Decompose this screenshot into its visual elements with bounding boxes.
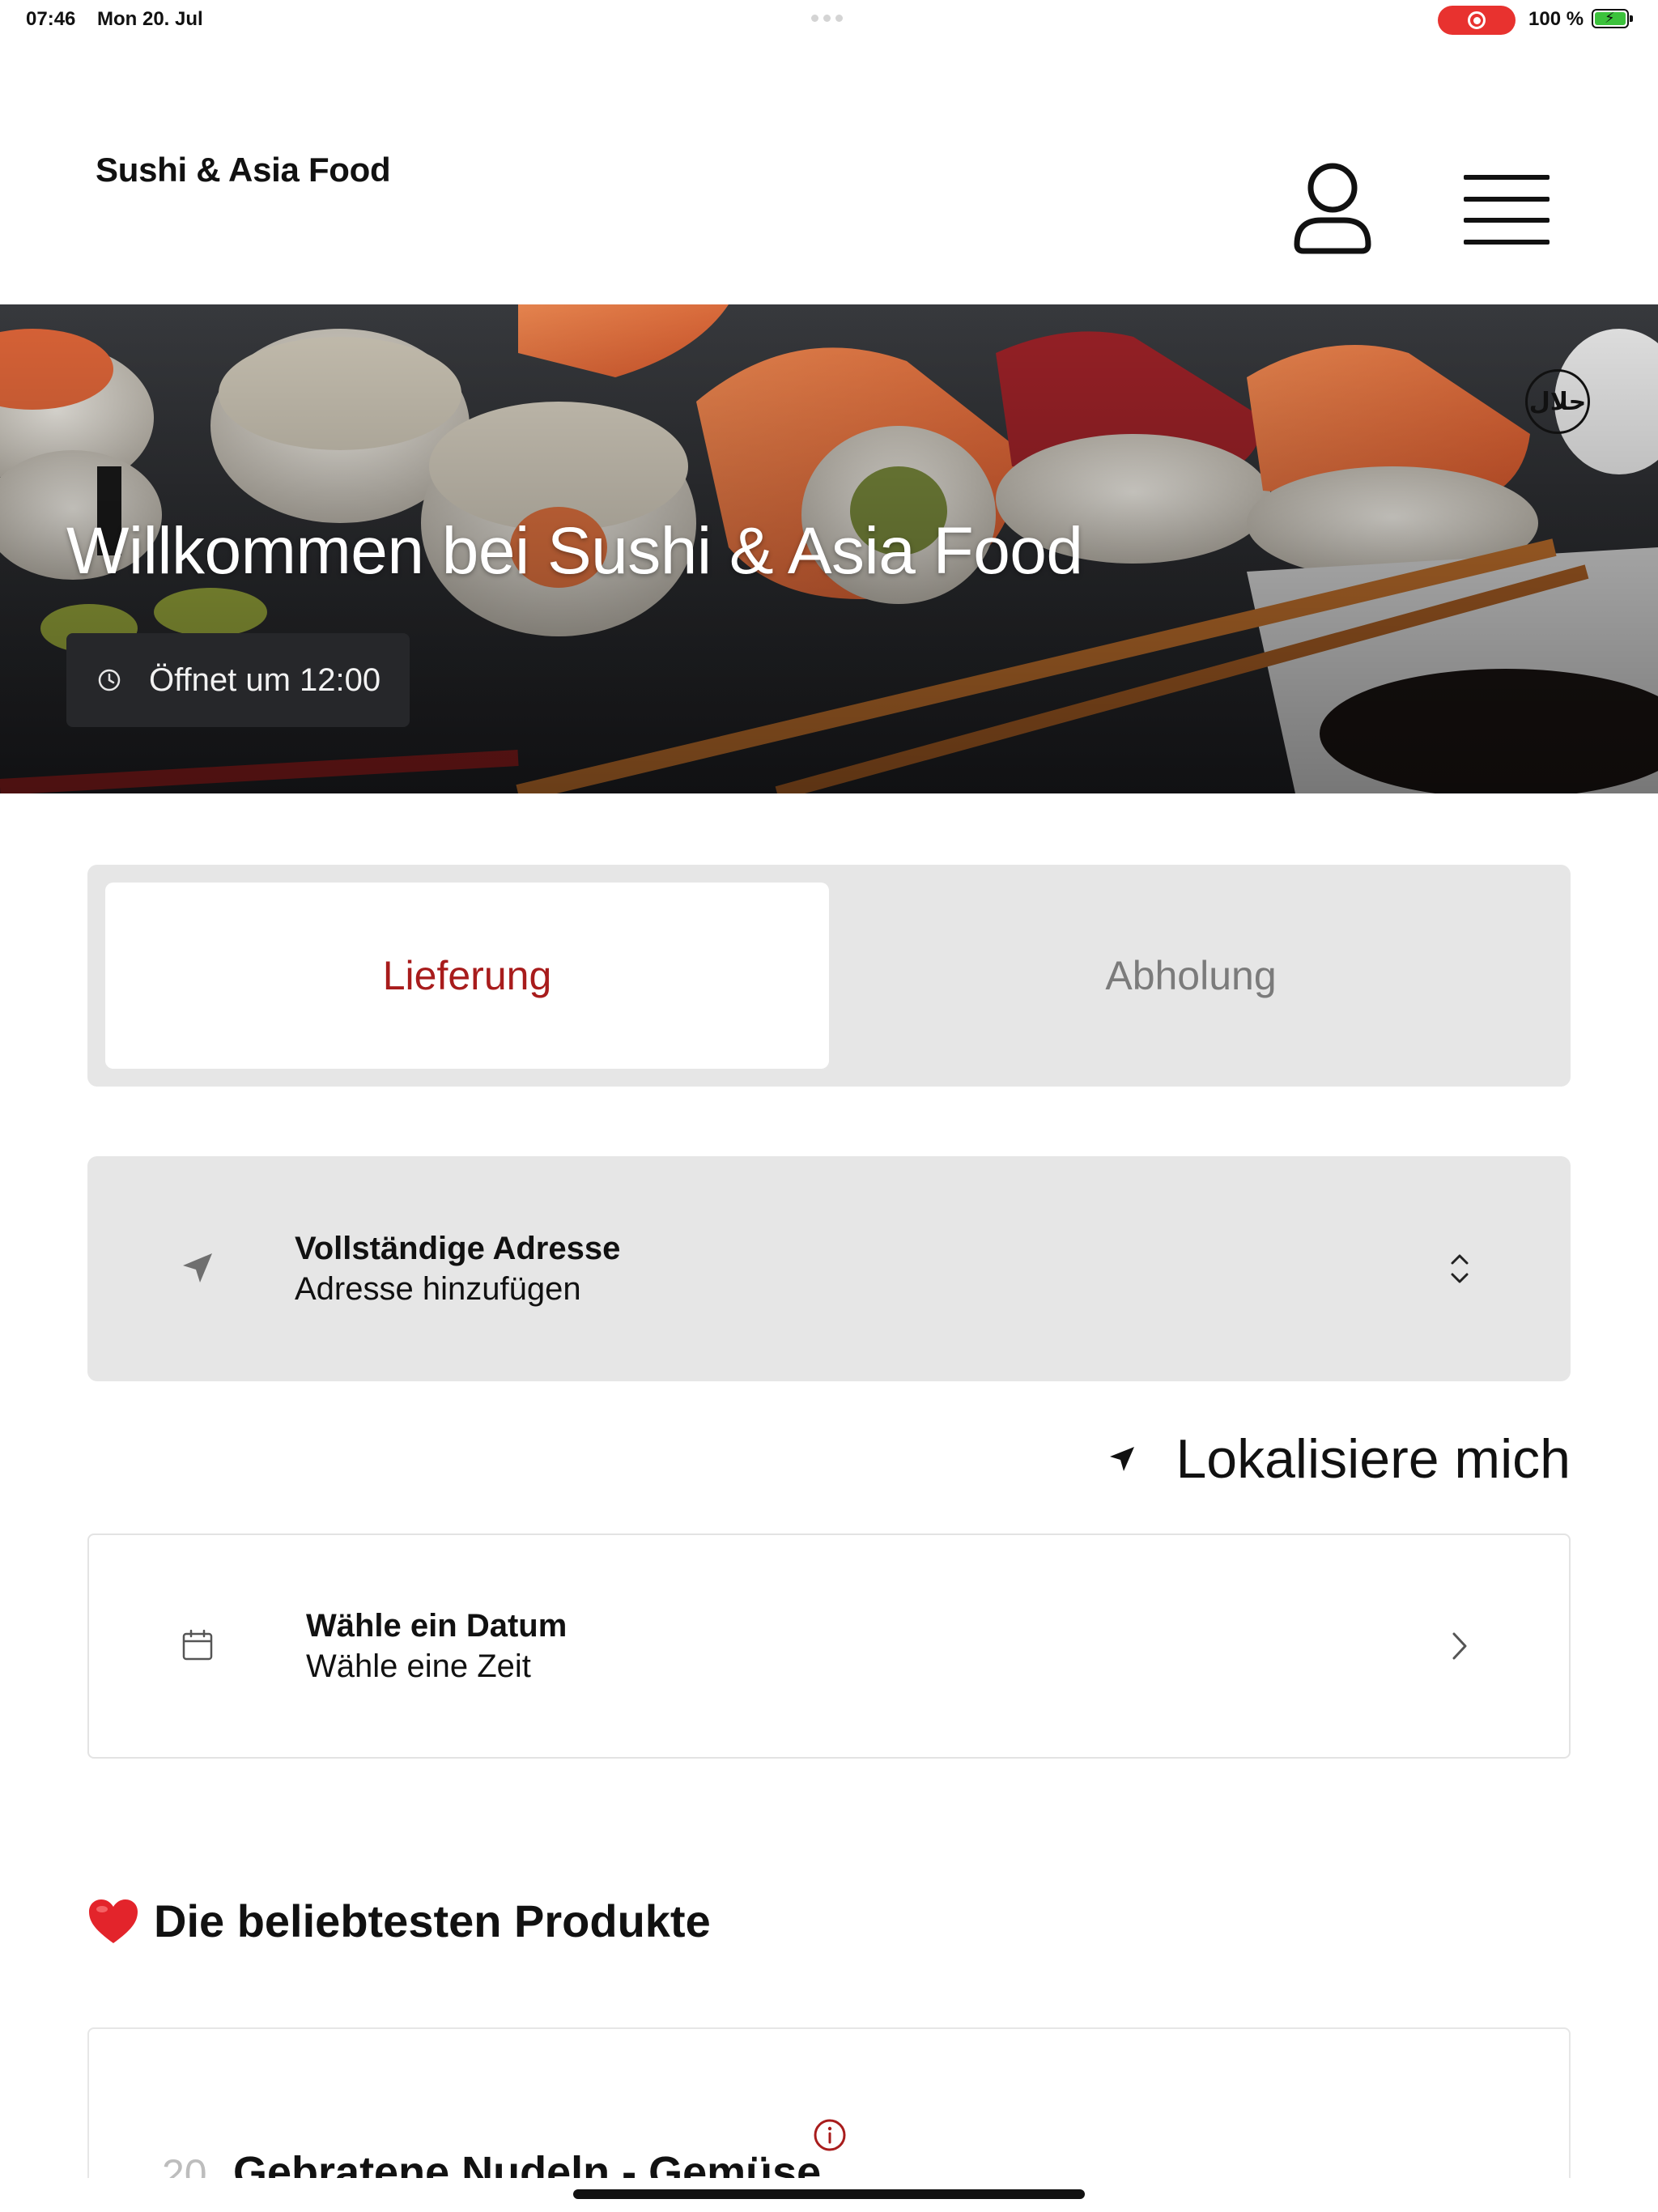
clock-icon [98,669,121,691]
halal-badge: حلال [1525,369,1590,434]
opening-hours-text: Öffnet um 12:00 [149,661,381,698]
navigation-arrow-icon [183,1253,212,1283]
battery-charging-icon: ⚡ [1592,9,1633,28]
heart-icon [89,1899,138,1943]
app-header: Sushi & Asia Food [0,39,1658,304]
tab-delivery[interactable]: Lieferung [105,883,829,1069]
account-button[interactable] [1292,160,1373,257]
locate-me-button[interactable]: Lokalisiere mich [1107,1425,1571,1493]
opening-hours-badge: Öffnet um 12:00 [66,633,410,727]
hero-banner: حلال Willkommen bei Sushi & Asia Food Öf… [0,304,1658,793]
status-bar: 07:46 Mon 20. Jul 100 % ⚡ [0,0,1658,39]
locate-me-label: Lokalisiere mich [1175,1428,1571,1490]
person-icon [1294,163,1371,254]
time-subtitle: Wähle eine Zeit [306,1648,531,1684]
multitasking-dots-icon[interactable] [811,15,843,22]
home-indicator[interactable] [573,2189,1085,2199]
hero-title: Willkommen bei Sushi & Asia Food [66,514,1083,588]
address-selector[interactable]: Vollständige Adresse Adresse hinzufügen [87,1156,1571,1381]
chevron-right-icon [1452,1632,1467,1660]
status-date: Mon 20. Jul [97,8,203,30]
order-mode-toggle: Lieferung Abholung [87,865,1571,1087]
calendar-icon [182,1629,213,1661]
screen-recording-indicator[interactable] [1438,6,1516,35]
info-icon[interactable] [813,2118,847,2152]
status-time: 07:46 [26,8,76,30]
brand-name[interactable]: Sushi & Asia Food [96,151,391,189]
record-icon [1468,11,1486,29]
location-arrow-icon [1110,1447,1135,1471]
popular-products-heading: Die beliebtesten Produkte [87,1895,711,1947]
tab-pickup[interactable]: Abholung [829,883,1553,1069]
popular-heading-text: Die beliebtesten Produkte [154,1895,711,1946]
halal-label: حلال [1528,388,1587,415]
chevron-up-down-icon [1451,1254,1469,1283]
hamburger-menu-icon[interactable] [1464,175,1550,245]
battery-percentage: 100 % [1528,8,1584,30]
date-title: Wähle ein Datum [306,1608,568,1644]
date-time-selector[interactable]: Wähle ein Datum Wähle eine Zeit [87,1534,1571,1759]
address-subtitle: Adresse hinzufügen [295,1271,581,1307]
address-title: Vollständige Adresse [295,1231,621,1266]
